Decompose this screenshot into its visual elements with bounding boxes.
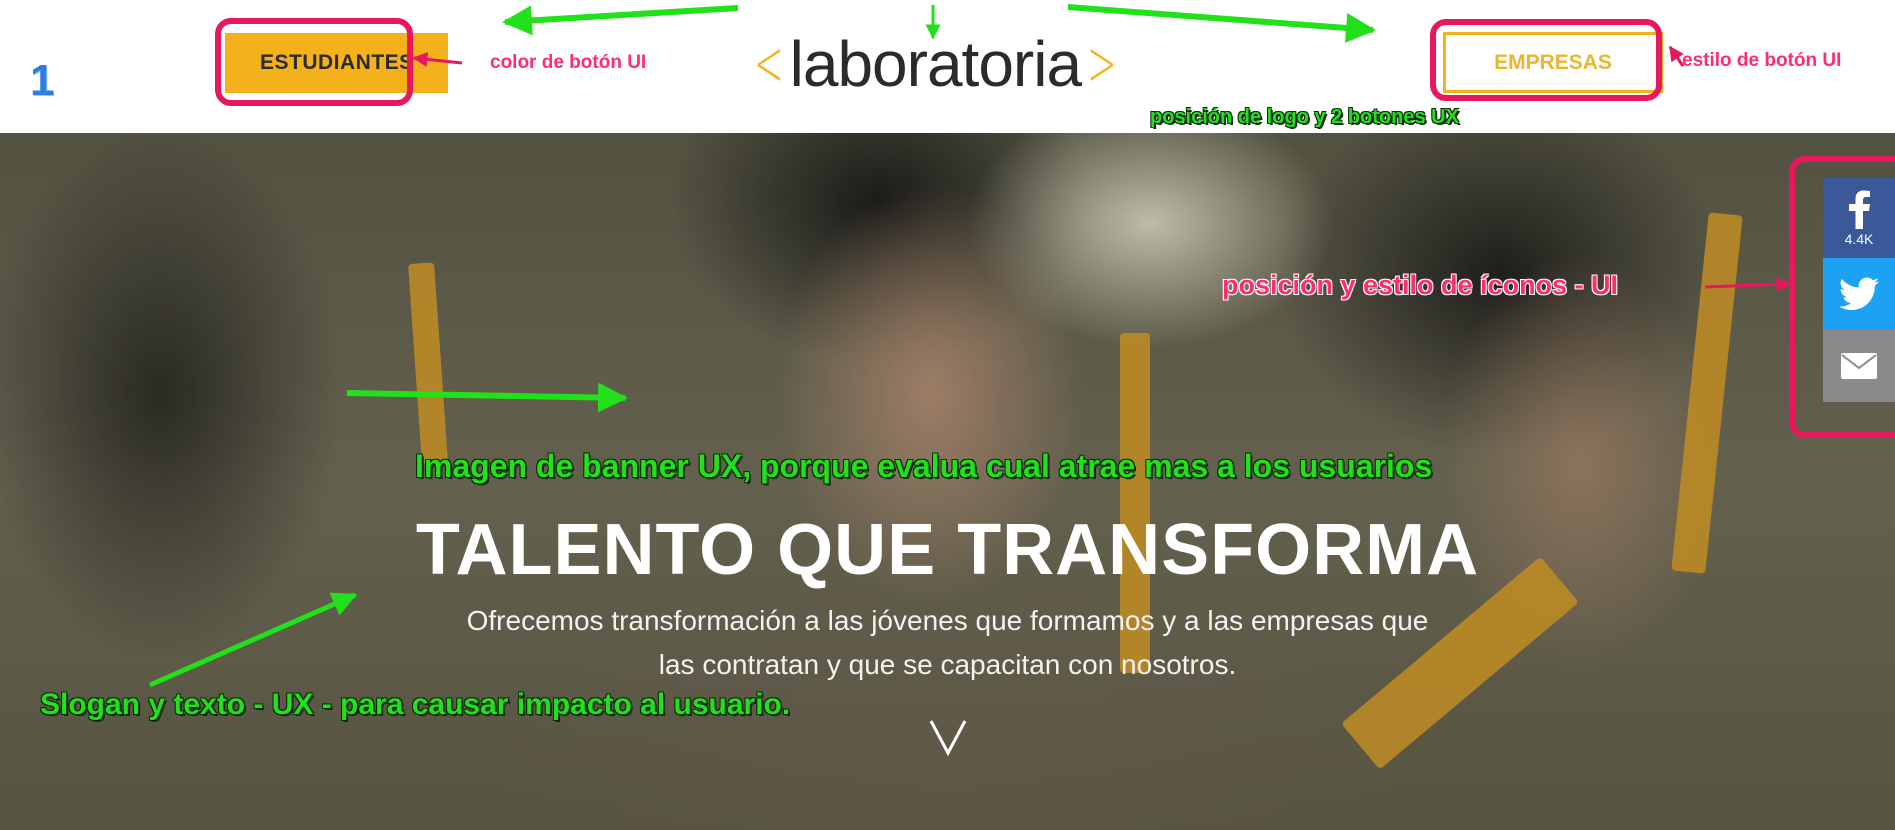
chevron-down-icon[interactable]: [928, 717, 968, 762]
annotation-box-estudiantes: [215, 18, 413, 106]
annotation-icons: posición y estilo de íconos - UI: [1222, 270, 1619, 300]
hero-subtitle: Ofrecemos transformación a las jóvenes q…: [0, 599, 1895, 687]
annotation-box-empresas: [1430, 19, 1662, 101]
annotation-slogan: Slogan y texto - UX - para causar impact…: [40, 688, 791, 721]
cap-tassel: [408, 262, 448, 464]
logo-wordmark: laboratoria: [789, 28, 1082, 100]
annotation-banner: Imagen de banner UX, porque evalua cual …: [415, 448, 1433, 484]
annotation-logo-position: posición de logo y 2 botones UX: [1150, 106, 1459, 128]
page-number: 1: [30, 56, 55, 105]
annotation-box-social: [1789, 156, 1895, 438]
logo-right-bracket: >: [1087, 27, 1117, 101]
annotation-button-color: color de botón UI: [490, 52, 647, 73]
annotation-button-style: estilo de botón UI: [1682, 50, 1842, 71]
hero-subtitle-line: las contratan y que se capacitan con nos…: [658, 649, 1237, 680]
logo-left-bracket: <: [754, 27, 784, 101]
laboratoria-logo[interactable]: < laboratoria >: [742, 24, 1129, 104]
hero-title: TALENTO QUE TRANSFORMA: [415, 510, 1480, 590]
hero-subtitle-line: Ofrecemos transformación a las jóvenes q…: [466, 605, 1429, 636]
